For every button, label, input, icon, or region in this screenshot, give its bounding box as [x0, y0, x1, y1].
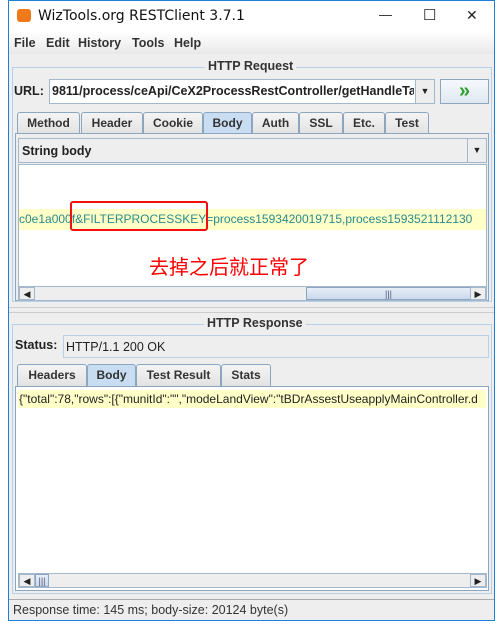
go-arrows-icon: »	[458, 80, 471, 102]
split-pane-divider[interactable]	[9, 307, 494, 313]
tab-test-result[interactable]: Test Result	[136, 364, 221, 386]
scroll-right-icon[interactable]: ▶	[470, 574, 486, 587]
scrollbar-thumb[interactable]: |||	[35, 574, 49, 587]
menu-tools[interactable]: Tools	[132, 36, 164, 50]
http-response-legend: HTTP Response	[204, 316, 306, 330]
body-type-value: String body	[22, 144, 92, 158]
app-logo-icon	[17, 9, 31, 22]
tab-header[interactable]: Header	[81, 112, 143, 134]
tab-cookie[interactable]: Cookie	[143, 112, 203, 134]
maximize-button[interactable]: ☐	[423, 6, 436, 24]
menu-history[interactable]: History	[78, 36, 121, 50]
body-type-dropdown-icon[interactable]: ▼	[467, 139, 486, 162]
highlight-box	[70, 201, 208, 231]
close-button[interactable]: ✕	[466, 7, 478, 24]
tab-ssl[interactable]: SSL	[299, 112, 343, 134]
body-text-suffix: =process1593420019715,process15935211121…	[206, 212, 473, 226]
window-title: WizTools.org RESTClient 3.7.1	[38, 8, 245, 24]
status-label: Status:	[15, 338, 58, 352]
tab-method[interactable]: Method	[17, 112, 80, 134]
tab-etc[interactable]: Etc.	[343, 112, 385, 134]
menu-file[interactable]: File	[14, 36, 36, 50]
tab-body[interactable]: Body	[203, 112, 252, 134]
tab-headers[interactable]: Headers	[17, 364, 87, 386]
scroll-left-icon[interactable]: ◀	[19, 287, 35, 300]
request-body-textarea[interactable]: c0e1a000f&FILTERPROCESSKEY=process159342…	[18, 164, 487, 288]
title-bar: WizTools.org RESTClient 3.7.1 — ☐ ✕	[9, 1, 494, 32]
scroll-right-icon[interactable]: ▶	[470, 287, 486, 300]
scrollbar-thumb[interactable]: |||	[306, 287, 471, 300]
body-type-select[interactable]: String body ▼	[18, 138, 487, 163]
menu-bar: File Edit History Tools Help	[9, 32, 494, 54]
url-combobox[interactable]: 9811/process/ceApi/CeX2ProcessRestContro…	[49, 79, 435, 104]
response-horizontal-scrollbar[interactable]: ◀ ||| ▶	[18, 573, 487, 588]
annotation-text: 去掉之后就正常了	[149, 255, 309, 279]
tab-stats[interactable]: Stats	[221, 364, 271, 386]
body-text-prefix: c0e1a000f	[19, 212, 76, 226]
status-bar-text: Response time: 145 ms; body-size: 20124 …	[13, 603, 289, 617]
minimize-button[interactable]: —	[379, 7, 392, 22]
tab-auth[interactable]: Auth	[252, 112, 299, 134]
status-bar: Response time: 145 ms; body-size: 20124 …	[9, 599, 494, 620]
tab-test[interactable]: Test	[385, 112, 429, 134]
response-body-area[interactable]: {"total":78,"rows":[{"munitId":"","modeL…	[15, 386, 489, 591]
menu-edit[interactable]: Edit	[46, 36, 70, 50]
status-field: HTTP/1.1 200 OK	[63, 335, 489, 358]
http-request-legend: HTTP Request	[205, 59, 297, 73]
restclient-window: WizTools.org RESTClient 3.7.1 — ☐ ✕ File…	[8, 0, 495, 621]
menu-help[interactable]: Help	[174, 36, 201, 50]
request-horizontal-scrollbar[interactable]: ◀ ||| ▶	[18, 286, 487, 301]
url-input[interactable]: 9811/process/ceApi/CeX2ProcessRestContro…	[52, 84, 414, 98]
scroll-left-icon[interactable]: ◀	[19, 574, 35, 587]
url-label: URL:	[14, 84, 44, 98]
url-dropdown-icon[interactable]: ▼	[415, 80, 434, 103]
response-body-line: {"total":78,"rows":[{"munitId":"","modeL…	[18, 390, 486, 408]
send-request-button[interactable]: »	[440, 79, 489, 104]
status-value: HTTP/1.1 200 OK	[66, 340, 166, 354]
tab-response-body[interactable]: Body	[87, 364, 136, 386]
